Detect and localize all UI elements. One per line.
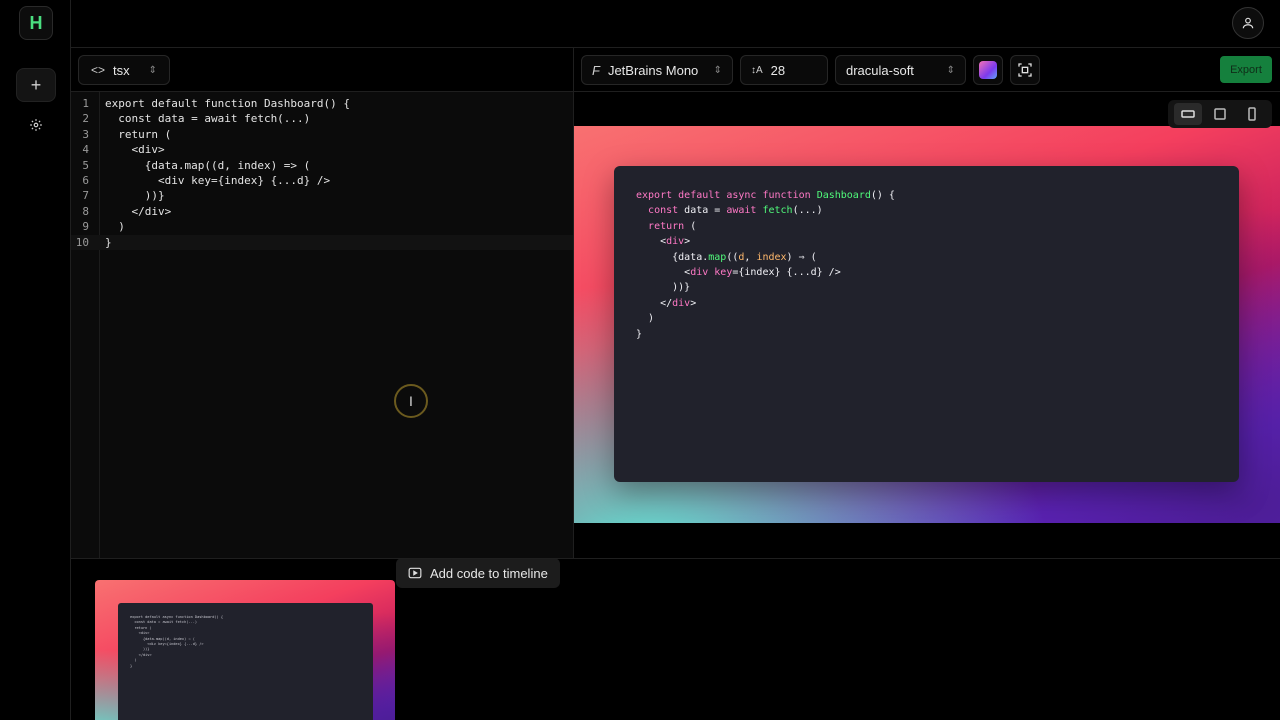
preview-code-line: ))}	[636, 282, 691, 294]
chevron-updown-icon: ⇕	[946, 64, 955, 76]
line-text: {data.map((d, index) => (	[105, 158, 311, 172]
view-size-toggle	[1168, 100, 1272, 128]
code-line[interactable]: 2 const data = await fetch(...)	[71, 111, 573, 126]
font-size-icon: ↕A	[751, 64, 763, 76]
plus-icon: +	[30, 74, 42, 95]
preview-canvas: export default async function Dashboard(…	[574, 126, 1280, 523]
left-rail: H +	[0, 0, 71, 720]
square-view-button[interactable]	[1206, 103, 1234, 125]
preview-code-line: export default async function Dashboard(…	[636, 190, 895, 201]
gear-icon	[30, 119, 42, 131]
preview-code-line: )	[636, 313, 655, 325]
frame-button[interactable]	[1010, 55, 1040, 85]
preview-code-line: <div key={index} {...d} />	[636, 267, 841, 278]
line-text: </div>	[105, 204, 172, 218]
code-line[interactable]: 9 )	[71, 219, 573, 234]
code-icon: <>	[91, 63, 106, 77]
preview-code-line: }	[636, 328, 643, 340]
new-button[interactable]: +	[16, 68, 56, 102]
preview-code-line: const data = await fetch(...)	[648, 205, 823, 217]
user-icon	[1242, 17, 1254, 29]
code-line[interactable]: 6 <div key={index} {...d} />	[71, 173, 573, 188]
line-text: <div key={index} {...d} />	[105, 174, 331, 187]
code-line[interactable]: 4 <div>	[71, 142, 573, 157]
preview-code-line: <div>	[636, 236, 691, 248]
preview-pane: F JetBrains Mono ⇕ ↕A 28 dracula-soft ⇕ …	[574, 48, 1280, 558]
font-size-value: 28	[770, 62, 786, 78]
line-text: const data = await fetch(...)	[105, 112, 311, 126]
code-line[interactable]: 1 export default function Dashboard() {	[71, 96, 573, 111]
line-number: 7	[82, 189, 89, 203]
square-view-icon	[1214, 108, 1226, 120]
line-text: ))}	[105, 189, 165, 203]
line-number: 1	[82, 97, 89, 110]
landscape-view-button[interactable]	[1174, 103, 1202, 125]
portrait-view-icon	[1248, 107, 1256, 121]
font-select[interactable]: F JetBrains Mono ⇕	[581, 55, 733, 85]
theme-select[interactable]: dracula-soft ⇕	[835, 55, 966, 85]
preview-code-line: return (	[648, 220, 697, 232]
code-line[interactable]: 5 {data.map((d, index) => (	[71, 158, 573, 173]
background-button[interactable]	[973, 55, 1003, 85]
font-label: JetBrains Mono	[607, 62, 699, 78]
landscape-view-icon	[1181, 110, 1195, 118]
line-number: 8	[82, 204, 89, 218]
line-number: 10	[75, 235, 89, 249]
code-area[interactable]: 1 export default function Dashboard() {2 …	[71, 92, 573, 588]
code-line[interactable]: 8 </div>	[71, 204, 573, 219]
line-number: 5	[82, 158, 89, 172]
code-line[interactable]: 7 ))}	[71, 188, 573, 203]
top-bar	[71, 0, 1280, 48]
line-text: export default function Dashboard() {	[105, 97, 351, 110]
portrait-view-button[interactable]	[1238, 103, 1266, 125]
preview-code-line: </div>	[636, 297, 697, 309]
preview-code-line: {data.map((d, index) ⇒ (	[636, 251, 817, 263]
theme-label: dracula-soft	[846, 62, 914, 78]
timeline-clip-thumbnail[interactable]: export default async function Dashboard(…	[95, 580, 395, 720]
code-window: export default async function Dashboard(…	[614, 166, 1239, 482]
timeline: export default async function Dashboard(…	[71, 558, 1280, 720]
line-number: 4	[82, 143, 89, 157]
line-number: 6	[82, 174, 89, 187]
logo-letter: H	[29, 12, 43, 33]
line-number: 2	[82, 112, 89, 126]
line-number: 3	[82, 127, 89, 141]
line-text: <div>	[105, 143, 165, 157]
app-logo[interactable]: H	[19, 6, 53, 40]
text-cursor-icon: I	[394, 384, 428, 418]
line-text: return (	[105, 127, 172, 141]
chevron-updown-icon: ⇕	[713, 64, 722, 76]
code-editor-pane: <> tsx ⇕ 1 export default function Dashbo…	[71, 48, 574, 588]
language-label: tsx	[113, 62, 130, 78]
chevron-updown-icon: ⇕	[148, 64, 157, 76]
editor-toolbar: <> tsx ⇕	[71, 48, 573, 92]
language-select[interactable]: <> tsx ⇕	[78, 55, 170, 85]
settings-button[interactable]	[16, 108, 56, 142]
thumbnail-code-line: }	[130, 663, 133, 668]
line-number: 9	[82, 220, 89, 234]
frame-icon	[1018, 63, 1032, 77]
thumbnail-code-window: export default async function Dashboard(…	[118, 603, 373, 720]
preview-toolbar: F JetBrains Mono ⇕ ↕A 28 dracula-soft ⇕ …	[574, 48, 1280, 92]
line-text: }	[105, 235, 112, 249]
background-swatch-icon	[979, 61, 997, 79]
export-button[interactable]: Export	[1220, 56, 1272, 83]
font-icon: F	[592, 62, 600, 78]
code-line[interactable]: 10}	[71, 234, 573, 250]
code-line[interactable]: 3 return (	[71, 127, 573, 142]
line-text: )	[105, 220, 125, 234]
user-avatar-button[interactable]	[1232, 7, 1264, 39]
font-size-input[interactable]: ↕A 28	[740, 55, 828, 85]
